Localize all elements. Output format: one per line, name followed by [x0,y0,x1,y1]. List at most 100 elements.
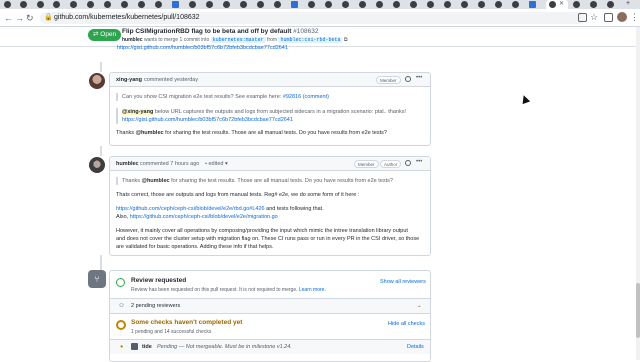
pending-reviewers-row[interactable]: ⚇ 2 pending reviewers ⌄ [110,299,430,313]
reaction-smiley-icon[interactable] [405,160,411,166]
github-favicon-icon [549,1,556,8]
reaction-smiley-icon[interactable] [405,76,411,82]
doc-favicon-icon[interactable] [291,1,298,8]
forward-icon[interactable]: → [15,12,24,24]
doc-favicon-icon[interactable] [172,1,179,8]
quote-comment-link[interactable]: #92816 (comment) [283,94,329,100]
share-icon[interactable] [578,13,587,22]
github-favicon-icon[interactable] [359,1,366,8]
pr-state-badge: ⇄ Open [88,29,122,41]
hide-all-checks-link[interactable]: Hide all checks [388,320,425,328]
profile-avatar[interactable] [617,12,627,22]
github-favicon-icon[interactable] [138,1,145,8]
quote-bar [116,108,118,124]
head-branch[interactable]: humblec:csi-rbd-beta [278,37,343,43]
reload-icon[interactable]: ↻ [26,12,34,24]
ceph-rbd-link[interactable]: https://github.com/ceph/ceph-csi/blob/de… [116,206,265,212]
pr-author-link[interactable]: humblec [122,37,143,43]
comment-author[interactable]: xing-yang [116,76,142,84]
pr-merge-info: humblec wants to merge 1 commit into kub… [122,37,347,43]
comment-author[interactable]: humblec [116,160,139,168]
github-favicon-icon[interactable] [240,1,247,8]
from-text: from [267,37,278,43]
comment-paragraph: However, it mainly cover all operations … [116,228,408,234]
github-favicon-icon[interactable] [4,1,11,8]
github-favicon-icon[interactable] [274,1,281,8]
checks-title: Some checks haven't completed yet [131,319,243,326]
github-favicon-icon[interactable] [495,1,502,8]
github-favicon-icon[interactable] [308,1,315,8]
comment-link-line: Also, https://github.com/ceph/ceph-csi/b… [116,214,278,220]
comment-header: humblec commented 7 hours ago • edited ▾… [110,157,430,171]
more-options-icon[interactable]: ••• [416,159,422,165]
github-favicon-icon[interactable] [376,1,383,8]
pr-sticky-header: ⇄ Open Flip CSIMigrationRBD flag to be b… [0,27,640,47]
comment-link-line: https://github.com/ceph/ceph-csi/blob/de… [116,206,324,212]
check-details-link[interactable]: Details [407,343,424,351]
more-options-icon[interactable]: ••• [416,75,422,81]
pending-dot-icon: ● [120,344,124,350]
github-favicon-icon[interactable] [478,1,485,8]
lock-icon: 🔒 [44,14,53,21]
mention-link[interactable]: @humblec [136,130,164,136]
show-all-reviewers-link[interactable]: Show all reviewers [380,278,426,286]
github-favicon-icon[interactable] [590,1,597,8]
comment-time[interactable]: commented 7 hours ago [140,160,199,168]
bookmark-star-icon[interactable]: ☆ [590,11,598,23]
merge-icon: ⑂ [88,270,106,288]
github-favicon-icon[interactable] [444,1,451,8]
edited-dropdown[interactable]: • edited ▾ [205,160,228,168]
github-favicon-icon[interactable] [427,1,434,8]
mention-link[interactable]: @xing-yang [122,109,154,115]
github-favicon-icon[interactable] [325,1,332,8]
github-favicon-icon[interactable] [257,1,264,8]
page-scrollbar-thumb[interactable] [636,283,640,338]
github-favicon-icon[interactable] [206,1,213,8]
address-bar[interactable]: 🔒 github.com/kubernetes/kubernetes/pull/… [40,12,585,24]
gist-link[interactable]: https://gist.github.com/humblec/b03bf57c… [117,44,288,52]
merge-text: wants to merge 1 commit into [143,37,210,43]
github-favicon-icon[interactable] [393,1,400,8]
copy-icon[interactable]: ⧉ [344,37,348,43]
github-favicon-icon[interactable] [223,1,230,8]
chevron-down-icon[interactable]: ⌄ [417,302,422,310]
quote-gist-link[interactable]: https://gist.github.com/humblec/b03bf57c… [122,116,293,124]
doc-favicon-icon[interactable] [529,1,536,8]
active-tab[interactable]: ✕ [546,0,568,9]
github-favicon-icon[interactable] [573,1,580,8]
back-icon[interactable]: ← [4,12,13,24]
check-name: tide [142,344,152,350]
github-favicon-icon[interactable] [155,1,162,8]
ceph-migration-link[interactable]: https://github.com/ceph/ceph-csi/blob/de… [130,214,278,220]
new-tab-icon[interactable]: + [626,0,630,8]
comment-box: xing-yang commented yesterday Member •••… [109,72,431,146]
github-favicon-icon[interactable] [189,1,196,8]
url-text: github.com/kubernetes/kubernetes/pull/10… [54,14,200,21]
avatar[interactable] [89,73,105,89]
github-favicon-icon[interactable] [104,1,111,8]
base-branch[interactable]: kubernetes:master [210,37,266,43]
menu-icon[interactable]: ⋮ [630,11,639,23]
comment-time[interactable]: commented yesterday [144,76,198,84]
close-tab-icon[interactable]: ✕ [559,0,564,8]
github-favicon-icon[interactable] [70,1,77,8]
github-favicon-icon[interactable] [461,1,468,8]
github-favicon-icon[interactable] [37,1,44,8]
github-favicon-icon[interactable] [20,1,27,8]
github-favicon-icon[interactable] [410,1,417,8]
github-favicon-icon[interactable] [342,1,349,8]
github-favicon-icon[interactable] [512,1,519,8]
comment-paragraph: and does not cover the cluster setup wit… [116,236,420,242]
sidebar-icon[interactable] [604,13,613,22]
github-favicon-icon[interactable] [607,1,614,8]
github-favicon-icon[interactable] [53,1,60,8]
avatar[interactable] [89,157,105,173]
github-favicon-icon[interactable] [121,1,128,8]
author-badge: Author [380,160,402,168]
learn-more-link[interactable]: Learn more. [299,287,326,293]
browser-tab-strip: ✕ + [0,0,640,9]
mention-link[interactable]: @humblec [142,178,170,184]
pr-state-label: Open [100,31,117,38]
merge-box: Review requested Show all reviewers Revi… [109,270,431,362]
github-favicon-icon[interactable] [87,1,94,8]
